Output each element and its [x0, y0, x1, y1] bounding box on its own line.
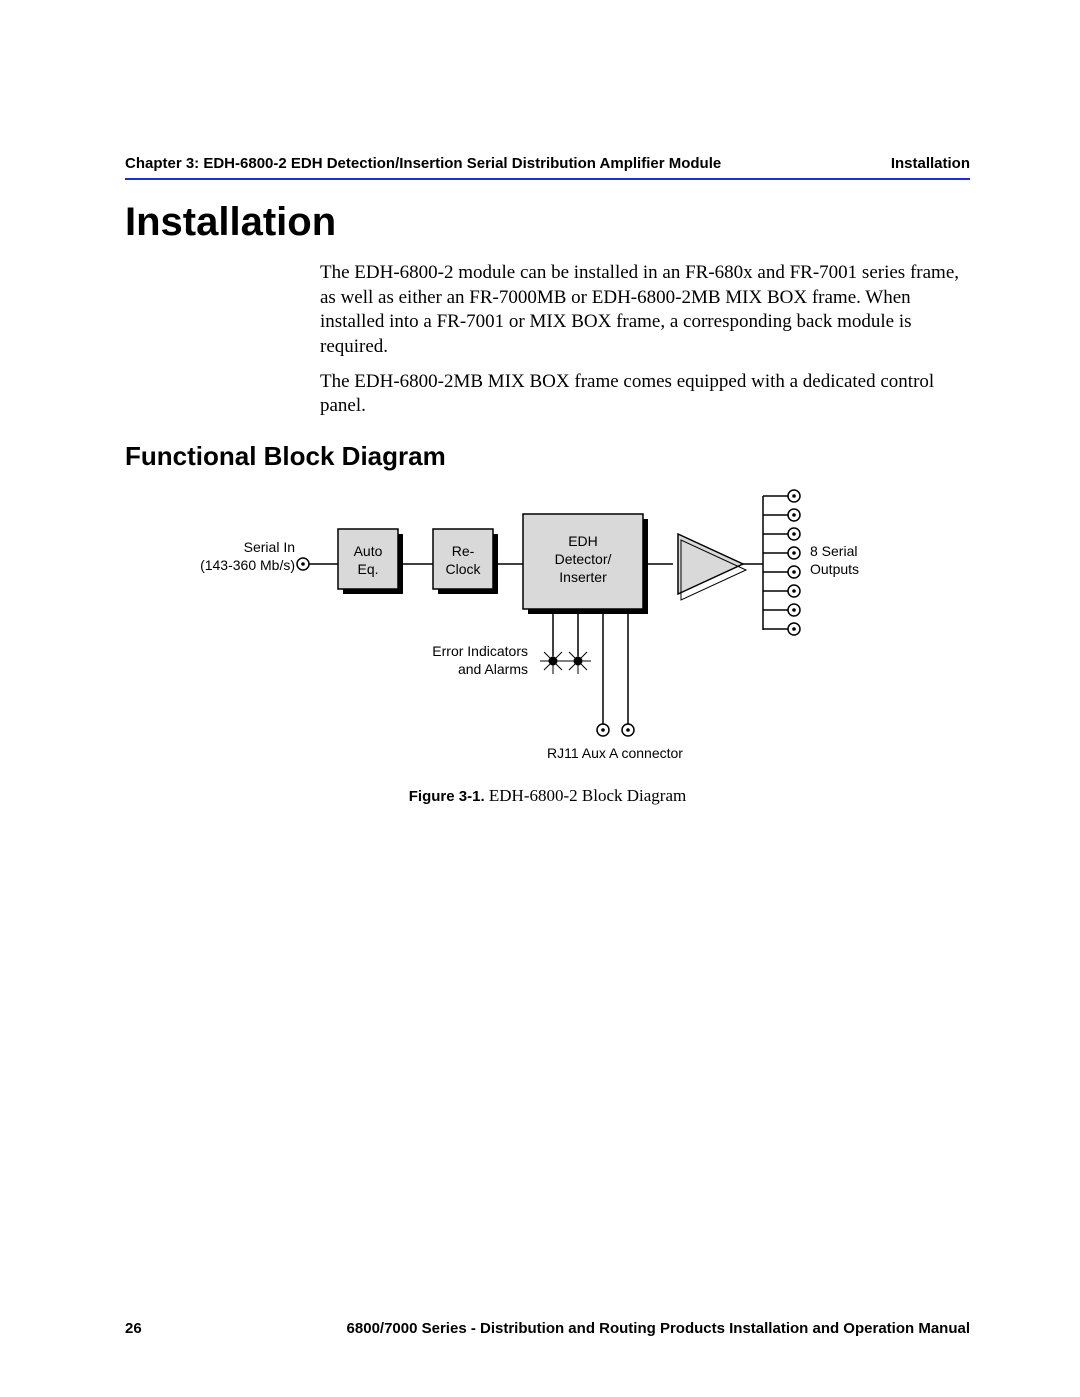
block-diagram-svg: Serial In (143-360 Mb/s) Auto Eq. Re- Cl…: [183, 486, 913, 776]
header-section: Installation: [891, 155, 970, 172]
body-paragraph: The EDH-6800-2 module can be installed i…: [125, 261, 970, 360]
page-number: 26: [125, 1320, 142, 1337]
diagram-label-serial-in: Serial In: [243, 539, 294, 555]
diagram-outputs: [763, 490, 800, 635]
page-header: Chapter 3: EDH-6800-2 EDH Detection/Inse…: [125, 155, 970, 180]
figure-number: Figure 3-1.: [409, 788, 485, 805]
page: Chapter 3: EDH-6800-2 EDH Detection/Inse…: [0, 0, 1080, 1397]
diagram-block-edh-line1: EDH: [568, 533, 598, 549]
diagram-block-reclock-line1: Re-: [451, 543, 474, 559]
figure-title: EDH-6800-2 Block Diagram: [485, 786, 687, 805]
diagram-label-rj11: RJ11 Aux A connector: [547, 745, 683, 761]
alarm-indicator-icon: [540, 648, 566, 674]
body-paragraph: The EDH-6800-2MB MIX BOX frame comes equ…: [125, 370, 970, 419]
figure-caption: Figure 3-1. EDH-6800-2 Block Diagram: [125, 786, 970, 806]
block-diagram: Serial In (143-360 Mb/s) Auto Eq. Re- Cl…: [125, 486, 970, 806]
diagram-block-edh-line2: Detector/: [554, 551, 611, 567]
alarm-indicator-icon: [565, 648, 591, 674]
footer-manual-title: 6800/7000 Series - Distribution and Rout…: [347, 1320, 970, 1337]
diagram-block-edh-line3: Inserter: [559, 569, 607, 585]
diagram-label-bitrate: (143-360 Mb/s): [200, 557, 295, 573]
header-chapter: Chapter 3: EDH-6800-2 EDH Detection/Inse…: [125, 155, 721, 172]
diagram-label-indicators-line2: and Alarms: [457, 661, 527, 677]
page-title: Installation: [125, 200, 970, 245]
diagram-label-outputs-line2: Outputs: [810, 561, 859, 577]
diagram-block-auto-eq-line1: Auto: [353, 543, 382, 559]
page-footer: 26 6800/7000 Series - Distribution and R…: [125, 1320, 970, 1337]
content-area: Installation The EDH-6800-2 module can b…: [125, 200, 970, 806]
header-rule: [125, 178, 970, 180]
section-heading: Functional Block Diagram: [125, 441, 970, 472]
diagram-label-indicators-line1: Error Indicators: [432, 643, 528, 659]
diagram-block-reclock-line2: Clock: [445, 561, 481, 577]
diagram-block-auto-eq-line2: Eq.: [357, 561, 378, 577]
diagram-label-outputs-line1: 8 Serial: [810, 543, 857, 559]
